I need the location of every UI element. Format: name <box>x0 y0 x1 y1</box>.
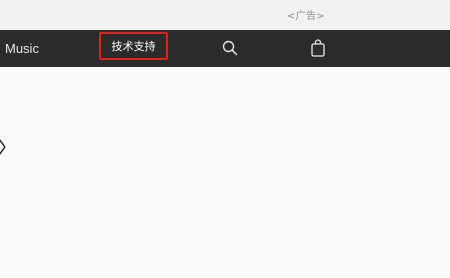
nav-item-support-label: 技术支持 <box>111 40 156 53</box>
global-nav: Music 技术支持 <box>0 30 450 67</box>
search-icon <box>222 40 238 56</box>
shopping-bag-button[interactable] <box>310 39 326 57</box>
close-icon[interactable] <box>0 135 6 169</box>
search-button[interactable] <box>222 40 238 56</box>
nav-item-music[interactable]: Music <box>5 41 39 56</box>
ad-label: <广告> <box>287 11 325 22</box>
main-content <box>0 67 450 278</box>
ad-banner: <广告> <box>0 0 450 30</box>
nav-item-support[interactable]: 技术支持 <box>99 32 168 60</box>
shopping-bag-icon <box>311 39 325 57</box>
